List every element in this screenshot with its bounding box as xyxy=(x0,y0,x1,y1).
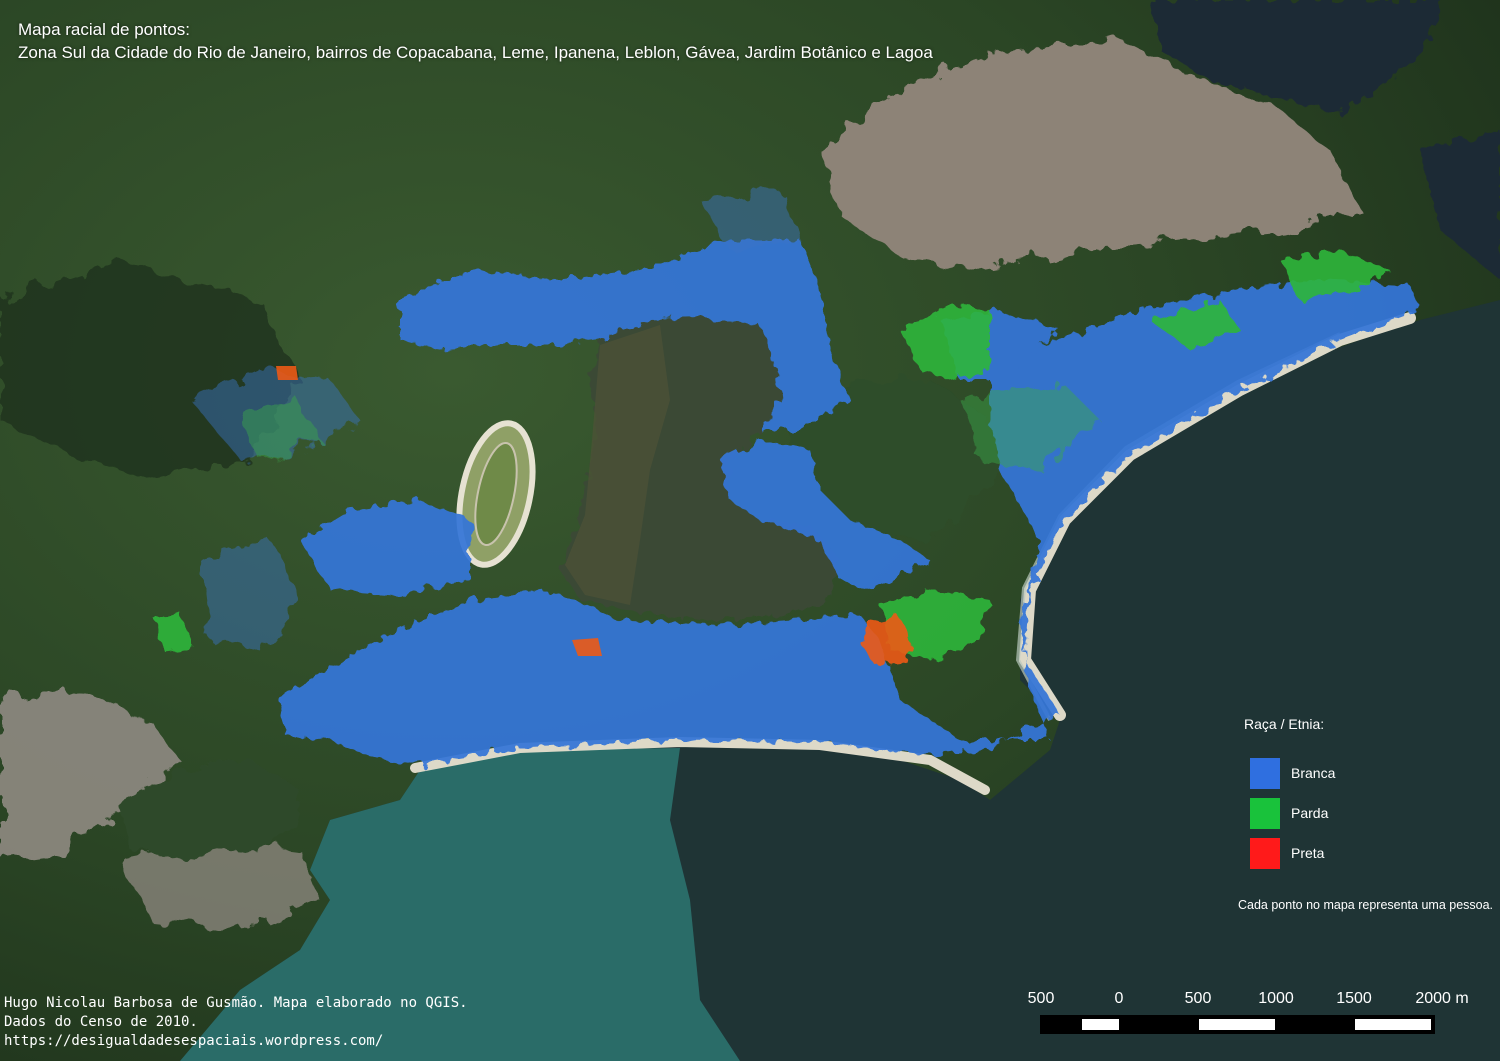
scale-label-2: 500 xyxy=(1184,990,1212,1007)
legend-label-preta: Preta xyxy=(1291,845,1325,861)
legend-items: Branca Parda Preta xyxy=(1250,757,1496,869)
title-line-1: Mapa racial de pontos: xyxy=(18,20,190,39)
legend-item-preta: Preta xyxy=(1250,837,1496,869)
scale-label-4: 1500 xyxy=(1336,990,1372,1007)
scale-label-1: 0 xyxy=(1114,990,1124,1007)
legend-swatch-parda xyxy=(1250,797,1280,829)
title-line-2: Zona Sul da Cidade do Rio de Janeiro, ba… xyxy=(18,43,933,62)
scale-segment-2 xyxy=(1199,1019,1275,1030)
legend-swatch-branca xyxy=(1250,757,1280,789)
credits-author: Hugo Nicolau Barbosa de Gusmão. Mapa ela… xyxy=(4,995,468,1011)
credits: Hugo Nicolau Barbosa de Gusmão. Mapa ela… xyxy=(4,994,468,1051)
scale-label-3: 1000 xyxy=(1258,990,1294,1007)
legend-swatch-preta xyxy=(1250,837,1280,869)
legend-title: Raça / Etnia: xyxy=(1244,716,1325,732)
credits-url: https://desigualdadesespaciais.wordpress… xyxy=(4,1033,384,1049)
legend: Raça / Etnia: Branca Parda Preta Cada po… xyxy=(1238,716,1496,914)
credits-data-source: Dados do Censo de 2010. xyxy=(4,1014,198,1030)
legend-item-parda: Parda xyxy=(1250,797,1496,829)
legend-label-parda: Parda xyxy=(1291,805,1329,821)
scale-bar xyxy=(1040,1015,1435,1034)
scale-segment-1 xyxy=(1082,1019,1119,1030)
map-title: Mapa racial de pontos: Zona Sul da Cidad… xyxy=(18,18,933,64)
legend-note: Cada ponto no mapa representa uma pessoa… xyxy=(1238,898,1494,912)
dot-map: Mapa racial de pontos: Zona Sul da Cidad… xyxy=(0,0,1500,1061)
scale-segment-3 xyxy=(1355,1019,1431,1030)
scale-label-5: 2000 m xyxy=(1415,990,1469,1007)
legend-item-branca: Branca xyxy=(1250,757,1496,789)
scale-label-0: 500 xyxy=(1027,990,1055,1007)
legend-label-branca: Branca xyxy=(1291,765,1336,781)
